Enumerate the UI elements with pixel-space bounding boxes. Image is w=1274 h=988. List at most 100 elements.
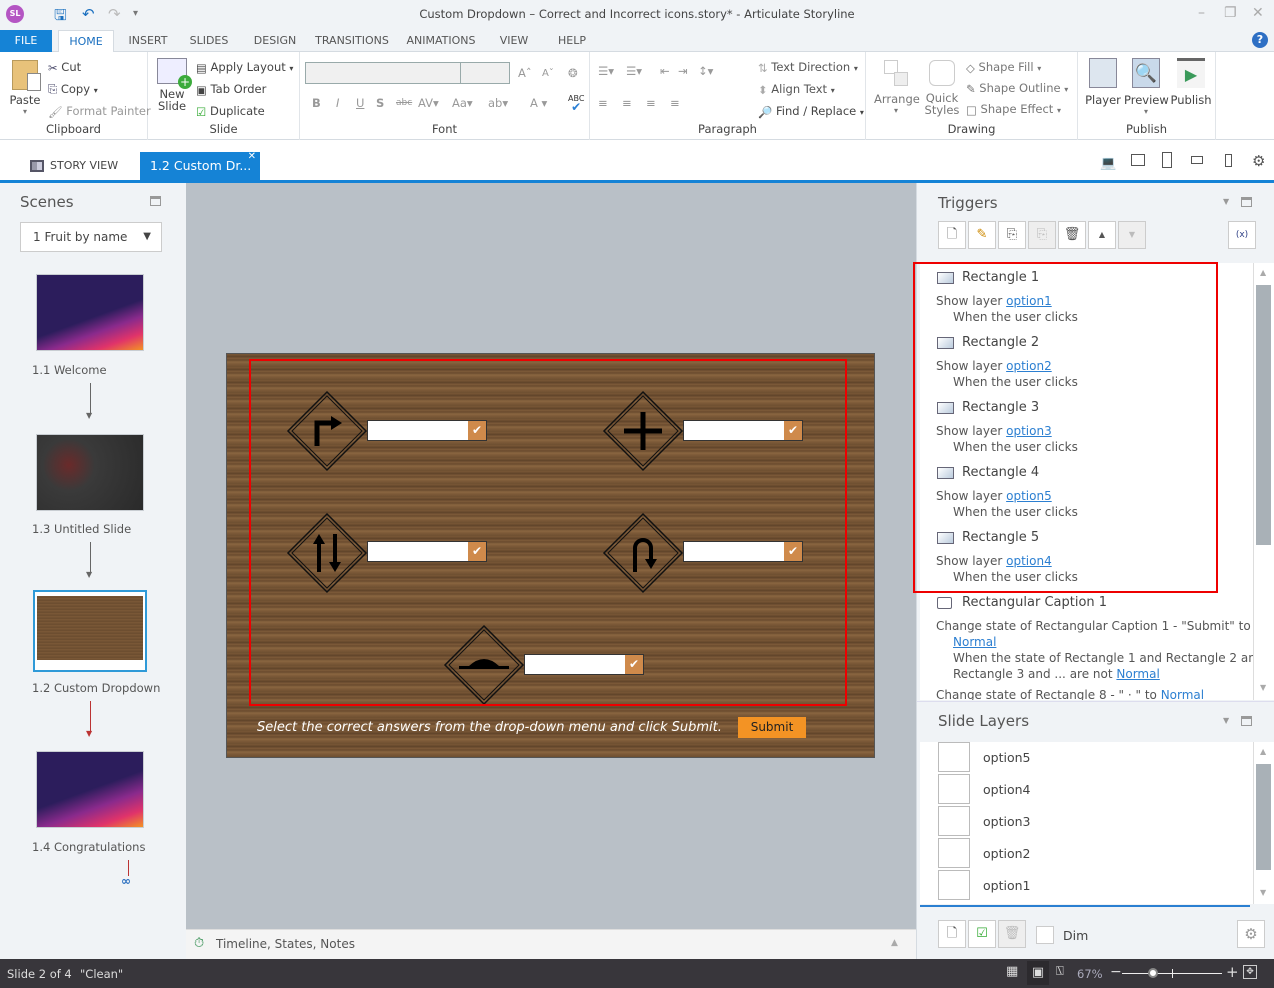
scroll-thumb[interactable]: [1256, 285, 1271, 545]
layer-properties-button[interactable]: ⚙: [1237, 920, 1265, 948]
dropdown-field-5[interactable]: ✔: [524, 654, 644, 675]
italic-icon[interactable]: I: [336, 96, 339, 110]
change-case-icon[interactable]: Aa▾: [452, 96, 473, 110]
apply-layout-button[interactable]: ▤ Apply Layout ▾: [196, 60, 293, 75]
numbering-icon[interactable]: ☰▾: [626, 64, 642, 78]
font-size-select[interactable]: [460, 62, 510, 84]
strikethrough-icon[interactable]: abc: [396, 98, 412, 108]
copy-trigger-button[interactable]: ⎘: [998, 221, 1026, 249]
new-layer-button[interactable]: 🗋: [938, 920, 966, 948]
dropdown-field-4[interactable]: ✔: [683, 541, 803, 562]
minimize-button[interactable]: –: [1198, 5, 1205, 21]
shadow-icon[interactable]: S: [376, 96, 384, 110]
align-left-icon[interactable]: ≡: [598, 96, 608, 110]
decrease-indent-icon[interactable]: ⇤: [660, 64, 670, 78]
state-link[interactable]: Normal: [953, 635, 996, 649]
normal-view-icon[interactable]: ▣: [1027, 961, 1049, 985]
check-icon[interactable]: ✔: [784, 421, 802, 440]
cut-button[interactable]: ✂ Cut: [48, 60, 81, 75]
slide-thumbnail-congratulations[interactable]: [36, 751, 144, 828]
check-icon[interactable]: ✔: [625, 655, 643, 674]
grow-font-icon[interactable]: Aˆ: [518, 66, 532, 80]
player-button[interactable]: Player: [1084, 58, 1122, 107]
slide-thumbnail-welcome[interactable]: [36, 274, 144, 351]
slideshow-view-icon[interactable]: ⍂: [1056, 964, 1064, 979]
paste-dropdown-icon[interactable]: ▾: [8, 107, 42, 116]
line-spacing-icon[interactable]: ↕▾: [698, 64, 713, 78]
shape-effect-button[interactable]: □ Shape Effect ▾: [966, 102, 1061, 117]
layer-item[interactable]: option2: [920, 838, 1253, 870]
tab-insert[interactable]: INSERT: [120, 30, 176, 52]
justify-icon[interactable]: ≡: [670, 96, 680, 110]
underline-icon[interactable]: U: [356, 96, 364, 110]
layer-item[interactable]: option1: [920, 870, 1253, 902]
gear-icon[interactable]: ⚙: [1252, 152, 1265, 170]
clear-formatting-icon[interactable]: ❂: [568, 66, 578, 80]
zoom-out-button[interactable]: −: [1110, 964, 1122, 980]
tablet-landscape-icon[interactable]: [1131, 154, 1145, 166]
scroll-up-icon[interactable]: ▲: [1260, 747, 1266, 756]
check-icon[interactable]: ✔: [468, 542, 486, 561]
help-icon[interactable]: ?: [1252, 32, 1268, 48]
duplicate-button[interactable]: ☑ Duplicate: [196, 104, 265, 119]
tab-design[interactable]: DESIGN: [248, 30, 302, 52]
duplicate-layer-button[interactable]: ☑: [968, 920, 996, 948]
publish-button[interactable]: ▶ Publish: [1170, 58, 1212, 107]
phone-landscape-icon[interactable]: [1191, 156, 1203, 164]
quick-styles-button[interactable]: Quick Styles: [922, 60, 962, 116]
turn-right-sign[interactable]: [286, 390, 368, 472]
arrange-button[interactable]: Arrange ▾: [874, 60, 920, 115]
tab-order-button[interactable]: ▣ Tab Order: [196, 82, 266, 97]
text-direction-button[interactable]: ⇅ Text Direction ▾: [758, 60, 858, 75]
bold-icon[interactable]: B: [312, 96, 321, 110]
tab-file[interactable]: FILE: [0, 30, 52, 52]
desktop-preview-icon[interactable]: 💻: [1100, 156, 1116, 171]
submit-button[interactable]: Submit: [738, 717, 806, 738]
new-trigger-button[interactable]: 🗋: [938, 221, 966, 249]
two-way-traffic-sign[interactable]: [286, 512, 368, 594]
zoom-in-button[interactable]: +: [1226, 963, 1239, 981]
zoom-slider-thumb[interactable]: [1147, 968, 1158, 978]
close-tab-icon[interactable]: ✕: [248, 143, 256, 171]
delete-layer-button[interactable]: 🗑: [998, 920, 1026, 948]
dim-checkbox[interactable]: [1036, 926, 1054, 944]
float-panel-icon[interactable]: [1241, 197, 1252, 207]
preview-button[interactable]: 🔍 Preview ▾: [1124, 58, 1169, 116]
shape-outline-button[interactable]: ✎ Shape Outline ▾: [966, 81, 1068, 96]
spell-check-icon[interactable]: ABC ✔: [568, 94, 584, 113]
highlight-icon[interactable]: ab▾: [488, 96, 508, 110]
tab-slides[interactable]: SLIDES: [184, 30, 234, 52]
dropdown-field-3[interactable]: ✔: [367, 541, 487, 562]
scroll-thumb[interactable]: [1256, 764, 1271, 870]
check-icon[interactable]: ✔: [784, 542, 802, 561]
tab-home[interactable]: HOME: [58, 30, 114, 53]
dropdown-field-1[interactable]: ✔: [367, 420, 487, 441]
close-button[interactable]: ✕: [1252, 5, 1264, 21]
layer-item[interactable]: option5: [920, 742, 1253, 774]
u-turn-sign[interactable]: [602, 512, 684, 594]
speed-breaker-sign[interactable]: [443, 624, 525, 706]
collapse-triggers-icon[interactable]: ▼: [1223, 197, 1229, 206]
dropdown-field-2[interactable]: ✔: [683, 420, 803, 441]
float-panel-icon[interactable]: [150, 196, 161, 206]
character-spacing-icon[interactable]: AV▾: [418, 96, 439, 110]
increase-indent-icon[interactable]: ⇥: [678, 64, 688, 78]
paste-trigger-button[interactable]: ⎘: [1028, 221, 1056, 249]
state-link[interactable]: Normal: [1161, 688, 1204, 700]
font-color-icon[interactable]: A ▾: [530, 96, 547, 110]
move-up-button[interactable]: ▲: [1088, 221, 1116, 249]
layers-scrollbar[interactable]: ▲ ▼: [1253, 742, 1274, 904]
fit-to-window-icon[interactable]: ✥: [1243, 965, 1257, 979]
tab-help[interactable]: HELP: [552, 30, 592, 52]
tablet-portrait-icon[interactable]: [1162, 152, 1172, 168]
scroll-down-icon[interactable]: ▼: [1260, 683, 1266, 692]
move-down-button[interactable]: ▼: [1118, 221, 1146, 249]
story-view-tab[interactable]: STORY VIEW: [30, 159, 118, 172]
collapse-layers-icon[interactable]: ▼: [1223, 716, 1229, 725]
grid-view-icon[interactable]: ▦: [1006, 964, 1018, 979]
align-center-icon[interactable]: ≡: [622, 96, 632, 110]
copy-button[interactable]: ⎘ Copy ▾: [48, 82, 98, 97]
state-link[interactable]: Normal: [1116, 667, 1159, 681]
scroll-down-icon[interactable]: ▼: [1260, 888, 1266, 897]
variables-button[interactable]: (x): [1228, 221, 1256, 249]
